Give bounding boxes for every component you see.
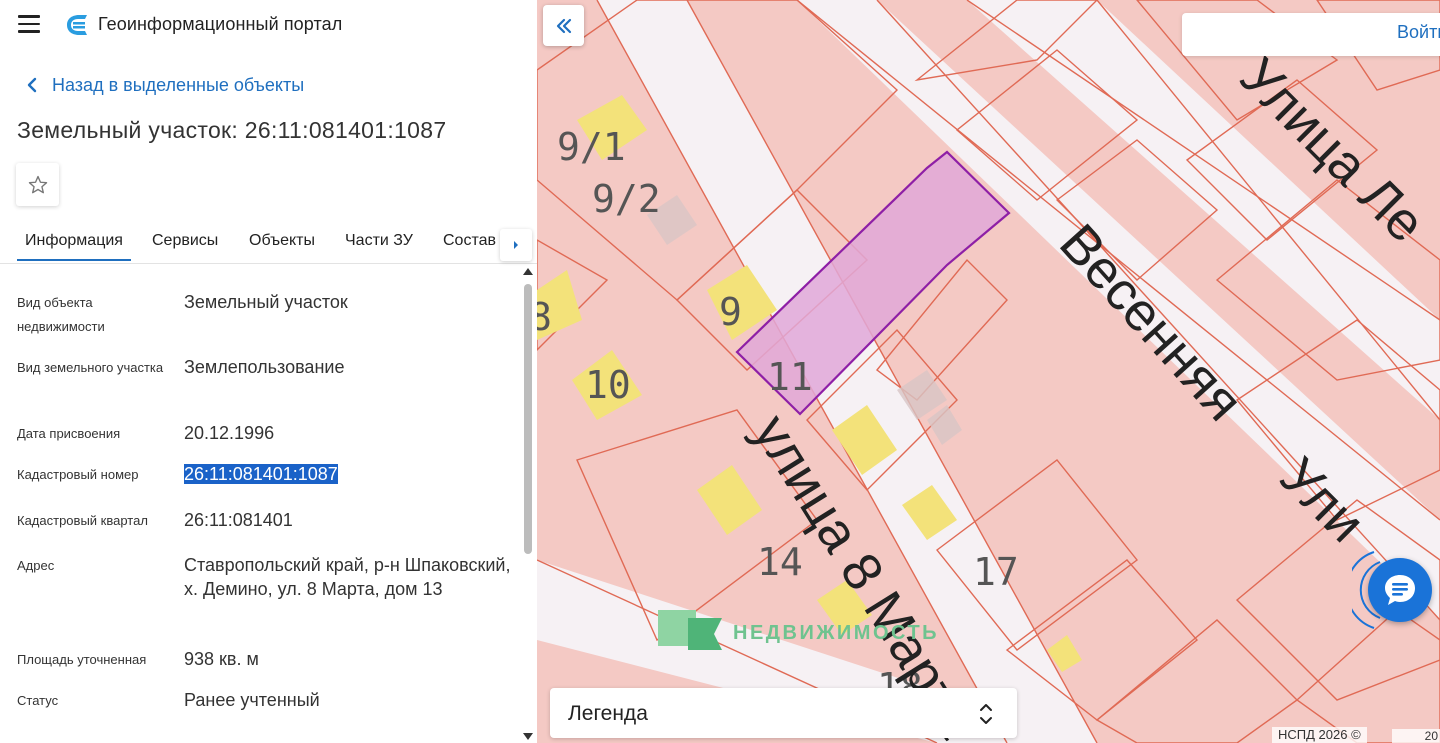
house-number: 10: [585, 363, 631, 407]
tab-parcel-parts[interactable]: Части ЗУ: [345, 232, 413, 250]
property-value: 26:11:081401: [184, 510, 293, 530]
house-number: 9/2: [592, 177, 661, 221]
tab-composition[interactable]: Состав: [443, 232, 503, 250]
address-value: Ставропольский край, р-н Шпаковский, х. …: [184, 555, 511, 599]
legend-panel[interactable]: Легенда: [550, 688, 1017, 738]
property-label: Адрес: [17, 558, 55, 573]
property-value: Ранее учтенный: [184, 690, 320, 710]
app-title: Геоинформационный портал: [98, 14, 343, 34]
cadastral-number-value[interactable]: 26:11:081401:1087: [184, 464, 338, 484]
house-number: 17: [973, 550, 1019, 594]
scroll-thumb[interactable]: [524, 284, 532, 554]
expand-collapse-icon[interactable]: [975, 700, 997, 728]
tabs-scroll-right-button[interactable]: [500, 229, 532, 261]
caret-right-icon: [514, 241, 518, 249]
tab-objects[interactable]: Объекты: [249, 232, 315, 250]
favorite-button[interactable]: [16, 163, 59, 206]
property-value: Земельный участок: [184, 292, 348, 312]
property-value: 20.12.1996: [184, 423, 275, 443]
tab-services[interactable]: Сервисы: [152, 232, 218, 250]
property-label: Кадастровый квартал: [17, 513, 148, 528]
tab-bar: Информация Сервисы Объекты Части ЗУ Сост…: [0, 222, 537, 264]
property-value-wrap: 26:11:081401:1087: [184, 462, 514, 486]
info-panel: Геоинформационный портал Назад в выделен…: [0, 0, 537, 743]
back-link-label: Назад в выделенные объекты: [52, 74, 305, 95]
back-to-selection-link[interactable]: Назад в выделенные объекты: [20, 73, 304, 97]
house-number: 14: [757, 540, 803, 584]
portal-logo-icon: [67, 15, 87, 35]
watermark-text: НЕДВИЖИМОСТЬ: [733, 622, 940, 644]
chat-button[interactable]: [1368, 558, 1432, 622]
star-outline-icon: [28, 175, 47, 193]
property-label: Площадь уточненная: [17, 652, 147, 667]
hamburger-menu-icon[interactable]: [18, 15, 40, 33]
nedvizhimost-logo-icon: [658, 610, 722, 650]
top-bar: Геоинформационный портал: [0, 0, 537, 52]
tab-information[interactable]: Информация: [17, 232, 131, 261]
login-button[interactable]: Войти: [1397, 22, 1440, 43]
scroll-up-arrow[interactable]: [523, 268, 533, 275]
house-number: 9/1: [557, 125, 626, 169]
collapse-panel-button[interactable]: [543, 5, 584, 46]
property-label: Статус: [17, 693, 59, 708]
chat-bubble-icon: [1385, 575, 1415, 605]
map-attribution: НСПД 2026 ©: [1272, 727, 1367, 743]
double-chevron-left-icon: [556, 18, 571, 33]
house-number: 8: [537, 295, 552, 339]
property-label: Вид земельного участка: [17, 360, 164, 375]
house-number: 9: [719, 290, 742, 334]
property-value: Землепользование: [184, 357, 345, 377]
scrollbar[interactable]: [523, 266, 533, 743]
property-label: Вид объекта недвижимости: [17, 295, 105, 334]
scroll-down-arrow[interactable]: [523, 733, 533, 740]
map-scale: 20: [1392, 729, 1440, 743]
property-label: Дата присвоения: [17, 426, 121, 441]
legend-label: Легенда: [568, 702, 648, 725]
property-value: 938 кв. м: [184, 649, 259, 669]
property-label-cut: ​: [17, 733, 167, 743]
house-number: 11: [767, 355, 813, 399]
chevron-left-icon: [27, 77, 37, 93]
object-title: Земельный участок: 26:11:081401:1087: [17, 117, 447, 143]
property-label: Кадастровый номер: [17, 467, 139, 482]
